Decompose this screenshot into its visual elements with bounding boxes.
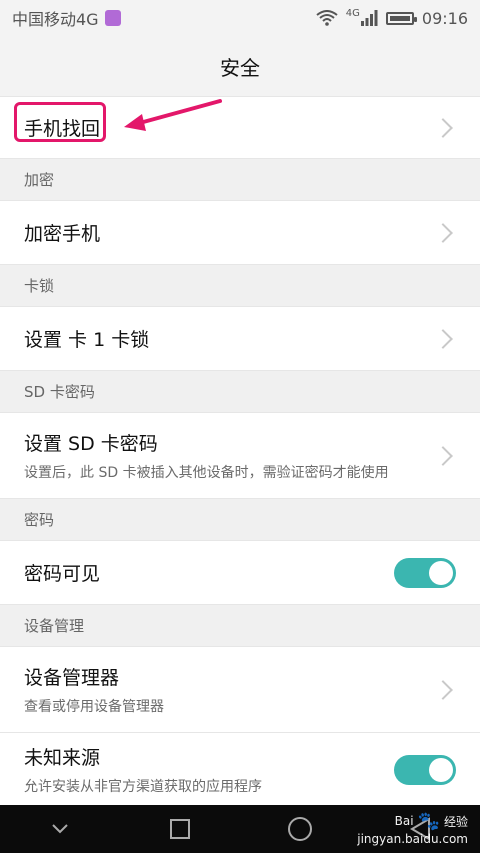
collapse-chevron-down-icon[interactable]: [40, 809, 80, 849]
page-title-bar: 安全: [0, 36, 480, 96]
chevron-right-icon: [433, 445, 453, 466]
watermark: Bai 🐾 经验 jingyan.baidu.com: [357, 809, 468, 847]
section-header-password: 密码: [0, 498, 480, 540]
watermark-site: jingyan.baidu.com: [357, 831, 468, 846]
chevron-right-icon: [433, 222, 453, 243]
settings-list: 手机找回 加密 加密手机 卡锁 设置 卡 1 卡锁 SD 卡密码 设置 SD 卡…: [0, 96, 480, 806]
section-header-card-lock: 卡锁: [0, 264, 480, 306]
row-main: 设置 卡 1 卡锁: [24, 325, 436, 352]
signal-icon: [360, 10, 378, 26]
watermark-brand-suffix: 经验: [443, 814, 468, 829]
row-set-card-lock[interactable]: 设置 卡 1 卡锁: [0, 306, 480, 370]
unknown-sources-toggle[interactable]: [394, 754, 456, 785]
section-label: 卡锁: [24, 277, 55, 295]
set-sd-password-label: 设置 SD 卡密码: [24, 433, 158, 455]
wifi-icon: [316, 10, 338, 26]
row-phone-find[interactable]: 手机找回: [0, 96, 480, 158]
watermark-brand-row: Bai 🐾 经验: [395, 811, 468, 832]
row-unknown-sources: 未知来源 允许安装从非官方渠道获取的应用程序: [0, 732, 480, 806]
password-visible-label: 密码可见: [24, 563, 101, 585]
status-left: 中国移动4G: [12, 6, 121, 30]
page-title: 安全: [220, 55, 260, 80]
network-type-label: 4G: [345, 7, 360, 19]
chevron-right-icon: [433, 679, 453, 700]
status-bar: 中国移动4G 4G 09:16: [0, 0, 480, 36]
row-main: 密码可见: [24, 559, 394, 586]
clock: 09:16: [421, 8, 468, 28]
section-header-device-admin: 设备管理: [0, 604, 480, 646]
section-label: SD 卡密码: [24, 383, 95, 401]
chevron-right-icon: [433, 328, 453, 349]
chevron-right-icon: [433, 117, 453, 138]
battery-icon: [385, 11, 417, 25]
device-admin-description: 查看或停用设备管理器: [24, 699, 164, 715]
set-sd-password-description: 设置后，此 SD 卡被插入其他设备时，需验证密码才能使用: [24, 465, 389, 481]
set-card-lock-label: 设置 卡 1 卡锁: [24, 329, 150, 351]
row-device-admin[interactable]: 设备管理器 查看或停用设备管理器: [0, 646, 480, 732]
paw-icon: 🐾: [417, 810, 440, 832]
section-header-sd: SD 卡密码: [0, 370, 480, 412]
password-visible-toggle[interactable]: [394, 557, 456, 588]
row-main: 设置 SD 卡密码 设置后，此 SD 卡被插入其他设备时，需验证密码才能使用: [24, 429, 436, 482]
status-right: 4G 09:16: [316, 7, 468, 28]
section-label: 加密: [24, 171, 55, 189]
home-circle-icon[interactable]: [280, 809, 320, 849]
watermark-brand: Bai: [394, 814, 414, 828]
row-main: 加密手机: [24, 219, 436, 246]
row-main: 未知来源 允许安装从非官方渠道获取的应用程序: [24, 743, 394, 796]
section-label: 密码: [24, 511, 55, 529]
toggle-knob: [429, 757, 453, 782]
row-encrypt-phone[interactable]: 加密手机: [0, 200, 480, 264]
annotation-highlight-box: [14, 102, 106, 142]
annotation-arrow-icon: [124, 99, 222, 131]
recents-square-icon[interactable]: [160, 809, 200, 849]
section-label: 设备管理: [24, 617, 85, 635]
device-admin-label: 设备管理器: [24, 667, 120, 689]
unknown-sources-description: 允许安装从非官方渠道获取的应用程序: [24, 779, 262, 795]
encrypt-phone-label: 加密手机: [24, 223, 101, 245]
section-header-encrypt: 加密: [0, 158, 480, 200]
row-set-sd-password[interactable]: 设置 SD 卡密码 设置后，此 SD 卡被插入其他设备时，需验证密码才能使用: [0, 412, 480, 498]
carrier-label: 中国移动4G: [12, 10, 99, 29]
row-main: 设备管理器 查看或停用设备管理器: [24, 663, 436, 716]
row-password-visible: 密码可见: [0, 540, 480, 604]
toggle-knob: [429, 560, 453, 585]
unknown-sources-label: 未知来源: [24, 747, 101, 769]
sim-card-icon: [104, 10, 121, 26]
